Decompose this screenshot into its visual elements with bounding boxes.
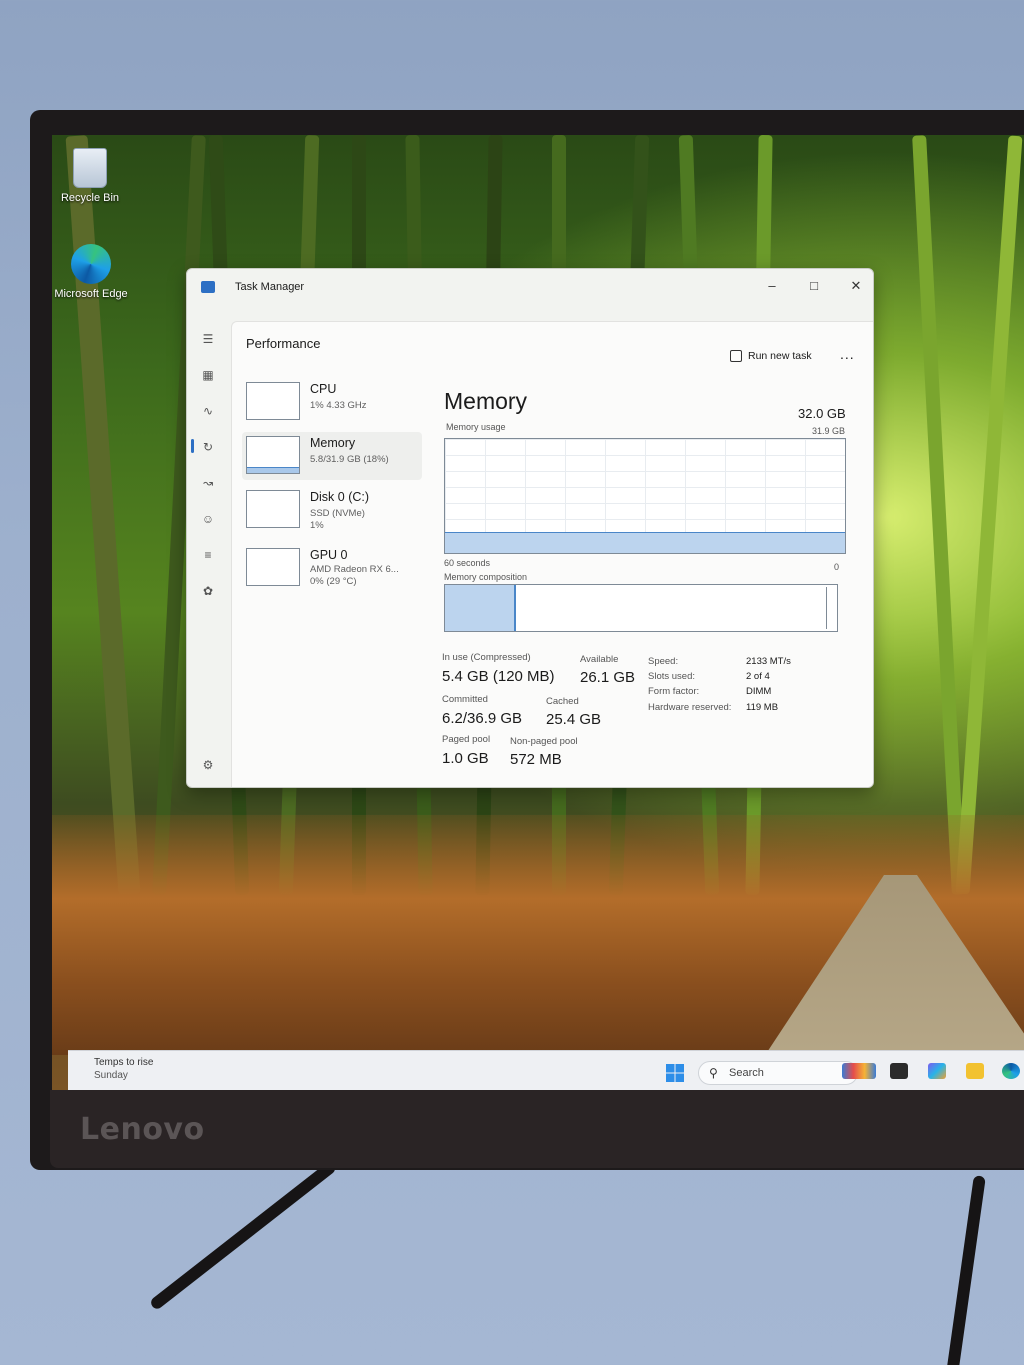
- edge-icon: [71, 244, 111, 284]
- memory-usage-fill: [445, 532, 845, 553]
- available-label: Available: [580, 654, 619, 665]
- device-gpu[interactable]: GPU 0 AMD Radeon RX 6... 0% (29 °C): [242, 544, 422, 592]
- search-placeholder: Search: [729, 1067, 764, 1079]
- form-factor-value: DIMM: [746, 686, 772, 697]
- recycle-bin-label: Recycle Bin: [60, 192, 120, 204]
- processes-icon[interactable]: ▦: [200, 367, 216, 383]
- slots-used-value: 2 of 4: [746, 671, 770, 682]
- bamboo-stalk: [912, 135, 966, 895]
- bamboo-stalk: [955, 135, 1023, 895]
- recycle-bin-icon: [73, 148, 107, 188]
- cached-value: 25.4 GB: [546, 711, 602, 728]
- non-paged-pool-label: Non-paged pool: [510, 736, 578, 747]
- copilot-icon[interactable]: [928, 1063, 946, 1079]
- start-button-icon[interactable]: [666, 1064, 684, 1082]
- device-disk[interactable]: Disk 0 (C:) SSD (NVMe) 1%: [242, 486, 422, 534]
- memory-thumbnail: [246, 436, 300, 474]
- widgets-icon[interactable]: [842, 1063, 876, 1079]
- in-use-value: 5.4 GB (120 MB): [442, 668, 555, 685]
- in-use-label: In use (Compressed): [442, 652, 531, 663]
- minimize-button[interactable]: –: [757, 275, 787, 297]
- cpu-thumbnail: [246, 382, 300, 420]
- composition-label: Memory composition: [444, 572, 528, 582]
- hamburger-menu-icon[interactable]: ☰: [200, 331, 216, 347]
- task-manager-window: Task Manager – □ ✕ ☰ ▦ ∿ ↻ ↝ ☺ ≡ ✿ ⚙ Per…: [186, 268, 874, 788]
- window-title: Task Manager: [235, 281, 305, 293]
- more-options-button[interactable]: ...: [840, 346, 855, 362]
- device-detail: AMD Radeon RX 6...: [310, 564, 399, 575]
- device-detail: 5.8/31.9 GB (18%): [310, 454, 389, 465]
- paged-pool-value: 1.0 GB: [442, 750, 489, 767]
- device-usage: 0% (29 °C): [310, 576, 357, 587]
- form-factor-label: Form factor:: [648, 686, 700, 697]
- device-usage: 1%: [310, 520, 324, 531]
- gpu-thumbnail: [246, 548, 300, 586]
- edge-label: Microsoft Edge: [54, 288, 128, 300]
- graph-time-label: 60 seconds: [444, 558, 491, 568]
- in-use-segment[interactable]: [445, 585, 516, 631]
- title-bar[interactable]: Task Manager – □ ✕: [187, 269, 873, 305]
- monitor-brand-logo: Lenovo: [80, 1112, 205, 1147]
- device-detail: SSD (NVMe): [310, 508, 365, 519]
- task-view-icon[interactable]: [890, 1063, 908, 1079]
- memory-total: 32.0 GB: [798, 406, 846, 421]
- device-name: Memory: [310, 436, 356, 450]
- recycle-bin-shortcut[interactable]: Recycle Bin: [52, 148, 128, 204]
- startup-apps-icon[interactable]: ↝: [200, 475, 216, 491]
- search-icon: ⚲: [709, 1066, 718, 1080]
- page-title: Performance: [246, 336, 321, 351]
- committed-value: 6.2/36.9 GB: [442, 710, 523, 727]
- cached-label: Cached: [546, 696, 579, 707]
- close-button[interactable]: ✕: [841, 275, 871, 297]
- hardware-reserved-value: 119 MB: [746, 702, 779, 713]
- memory-usage-label: Memory usage: [446, 422, 506, 432]
- disk-thumbnail: [246, 490, 300, 528]
- taskbar-search[interactable]: ⚲ Search: [698, 1061, 858, 1085]
- committed-label: Committed: [442, 694, 488, 705]
- memory-usage-graph: [444, 438, 846, 554]
- users-icon[interactable]: ☺: [200, 511, 216, 527]
- active-indicator: [191, 439, 194, 453]
- speed-label: Speed:: [648, 656, 679, 667]
- memory-composition-bar: [444, 584, 838, 632]
- memory-heading: Memory: [444, 388, 528, 414]
- non-paged-pool-value: 572 MB: [510, 751, 562, 768]
- device-detail: 1% 4.33 GHz: [310, 400, 367, 411]
- weather-headline: Temps to rise: [94, 1057, 154, 1068]
- run-new-task-label: Run new task: [748, 350, 812, 362]
- monitor-cable-left: [148, 1160, 338, 1312]
- app-history-icon[interactable]: ↻: [200, 439, 216, 455]
- speed-value: 2133 MT/s: [746, 656, 791, 667]
- details-icon[interactable]: ≡: [200, 547, 216, 563]
- composition-divider: [826, 587, 827, 629]
- device-cpu[interactable]: CPU 1% 4.33 GHz: [242, 378, 422, 426]
- edge-taskbar-icon[interactable]: [1002, 1063, 1020, 1079]
- task-manager-icon: [201, 281, 215, 293]
- graph-min-label: 0: [834, 562, 840, 572]
- device-name: GPU 0: [310, 548, 348, 562]
- device-memory[interactable]: Memory 5.8/31.9 GB (18%): [242, 432, 422, 480]
- taskbar: Temps to rise Sunday ⚲ Search: [68, 1050, 1024, 1090]
- run-new-task-button[interactable]: Run new task: [730, 350, 812, 362]
- performance-icon[interactable]: ∿: [200, 403, 216, 419]
- file-explorer-icon[interactable]: [966, 1063, 984, 1079]
- navigation-rail: ☰ ▦ ∿ ↻ ↝ ☺ ≡ ✿ ⚙: [187, 305, 231, 787]
- maximize-button[interactable]: □: [799, 275, 829, 297]
- monitor-cable-right: [946, 1175, 986, 1365]
- hardware-reserved-label: Hardware reserved:: [648, 702, 732, 713]
- device-name: CPU: [310, 382, 337, 396]
- memory-thumbnail-fill: [247, 467, 299, 473]
- edge-shortcut[interactable]: Microsoft Edge: [52, 244, 130, 300]
- run-task-icon: [730, 350, 742, 362]
- services-icon[interactable]: ✿: [200, 583, 216, 599]
- graph-max-label: 31.9 GB: [812, 426, 846, 436]
- weather-day: Sunday: [94, 1070, 128, 1081]
- paged-pool-label: Paged pool: [442, 734, 491, 745]
- slots-used-label: Slots used:: [648, 671, 695, 682]
- performance-page: Performance Run new task ... CPU 1% 4.33…: [231, 321, 873, 787]
- available-value: 26.1 GB: [580, 669, 636, 686]
- settings-icon[interactable]: ⚙: [200, 757, 216, 773]
- device-name: Disk 0 (C:): [310, 490, 370, 504]
